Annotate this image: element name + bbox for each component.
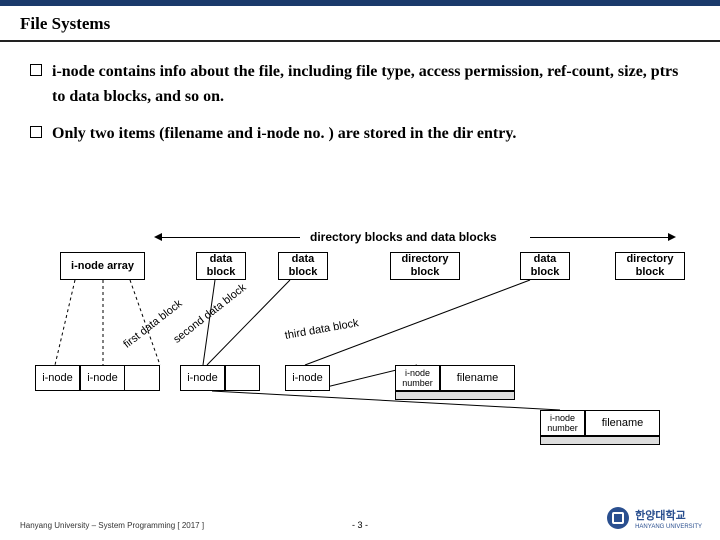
inode-cell: i-node bbox=[35, 365, 80, 391]
bullet-item: Only two items (filename and i-node no. … bbox=[30, 122, 690, 147]
arrow-left-icon bbox=[154, 233, 162, 241]
filename-cell: filename bbox=[585, 410, 660, 436]
inode-number-cell: i-node number bbox=[395, 365, 440, 391]
page-title: File Systems bbox=[20, 14, 700, 34]
checkbox-icon bbox=[30, 64, 42, 76]
title-bar: File Systems bbox=[0, 6, 720, 42]
ptr-label-first: first data block bbox=[121, 298, 184, 351]
arrow-line-right bbox=[530, 237, 670, 238]
filename-cell: filename bbox=[440, 365, 515, 391]
data-block-box: data block bbox=[278, 252, 328, 280]
footer-text: Hanyang University – System Programming … bbox=[20, 521, 204, 530]
data-block-box: data block bbox=[520, 252, 570, 280]
inode-cell: i-node bbox=[80, 365, 125, 391]
bullet-text: Only two items (filename and i-node no. … bbox=[52, 122, 516, 147]
gap-cell bbox=[225, 365, 260, 391]
data-block-box: data block bbox=[196, 252, 246, 280]
diagram-area: directory blocks and data blocks i-node … bbox=[0, 230, 720, 490]
arrow-line-left bbox=[160, 237, 300, 238]
logo-icon bbox=[607, 507, 629, 529]
directory-block-box: directory block bbox=[615, 252, 685, 280]
inode-cell: i-node bbox=[285, 365, 330, 391]
bullets-area: i-node contains info about the file, inc… bbox=[0, 42, 720, 146]
page-number: - 3 - bbox=[352, 520, 368, 530]
dir-entry-strip bbox=[540, 436, 660, 445]
ptr-label-second: second data block bbox=[171, 282, 248, 346]
gap-cell bbox=[125, 365, 160, 391]
checkbox-icon bbox=[30, 126, 42, 138]
directory-block-box: directory block bbox=[390, 252, 460, 280]
university-name: 한양대학교 bbox=[635, 510, 686, 522]
university-logo: 한양대학교 HANYANG UNIVERSITY bbox=[607, 506, 702, 530]
inode-number-cell: i-node number bbox=[540, 410, 585, 436]
bullet-text: i-node contains info about the file, inc… bbox=[52, 60, 690, 110]
dir-entry-strip bbox=[395, 391, 515, 400]
inode-array-box: i-node array bbox=[60, 252, 145, 280]
diagram-caption: directory blocks and data blocks bbox=[310, 230, 497, 244]
bullet-item: i-node contains info about the file, inc… bbox=[30, 60, 690, 110]
inode-cell: i-node bbox=[180, 365, 225, 391]
ptr-label-third: third data block bbox=[284, 317, 360, 342]
arrow-right-icon bbox=[668, 233, 676, 241]
university-name-en: HANYANG UNIVERSITY bbox=[635, 524, 702, 530]
